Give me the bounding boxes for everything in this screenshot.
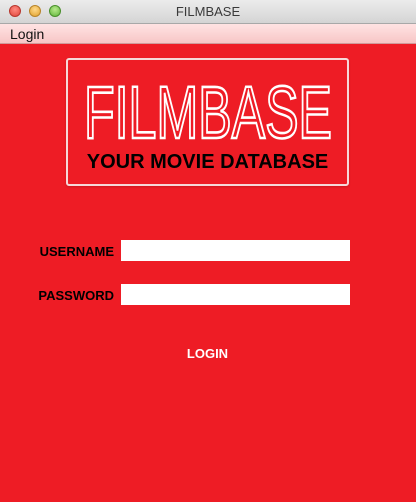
menu-item-login[interactable]: Login [10,26,44,42]
login-button[interactable]: LOGIN [160,342,255,364]
logo-title: FILMBASE [84,72,332,148]
password-label: PASSWORD [38,288,114,303]
window-title: FILMBASE [175,4,241,19]
logo-subtitle: YOUR MOVIE DATABASE [86,151,329,173]
menu-bar: Login [0,24,416,44]
app-window: FILMBASE Login FILMBASE YOUR MOVIE DATAB… [0,0,416,502]
username-field[interactable] [121,240,350,261]
username-label: USERNAME [39,244,114,259]
title-bar[interactable]: FILMBASE [0,0,416,24]
logo-wordmark: FILMBASE [83,72,334,148]
password-field[interactable] [121,284,350,305]
logo: FILMBASE YOUR MOVIE DATABASE [66,58,349,186]
